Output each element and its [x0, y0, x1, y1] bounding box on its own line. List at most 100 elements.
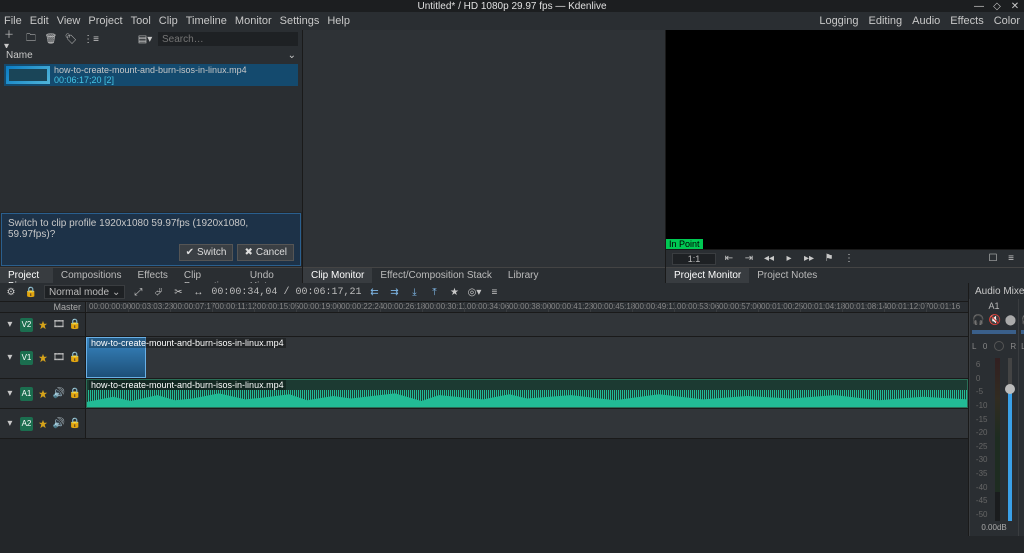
track-v2-tag[interactable]: V2	[20, 318, 34, 332]
more-icon[interactable]: ⋮	[842, 252, 856, 266]
track-v2-body[interactable]	[86, 313, 968, 336]
play-icon[interactable]: ▸	[782, 252, 796, 266]
volume-fader[interactable]	[1008, 358, 1012, 521]
track-v1-tag[interactable]: V1	[20, 351, 34, 365]
menu-project[interactable]: Project	[88, 15, 122, 27]
tab-compositions[interactable]: Compositions	[53, 268, 130, 283]
lock-icon[interactable]: 🔒	[69, 418, 81, 430]
add-clip-icon[interactable]: ＋▾	[4, 32, 18, 46]
tag-icon[interactable]: 🏷	[64, 32, 78, 46]
menu-timeline[interactable]: Timeline	[186, 15, 227, 27]
monitor-scale[interactable]: 1:1	[672, 253, 716, 265]
star-icon[interactable]	[37, 418, 49, 430]
filter-icon[interactable]: ⋮≡	[84, 32, 98, 46]
minimize-button[interactable]: —	[974, 1, 984, 11]
tab-project-monitor[interactable]: Project Monitor	[666, 268, 749, 283]
profile-switch-banner: Switch to clip profile 1920x1080 59.97fp…	[1, 213, 301, 266]
tab-project-bin[interactable]: Project Bin	[0, 268, 53, 283]
clip-thumbnail	[6, 66, 50, 84]
marker-icon[interactable]: ⚑	[822, 252, 836, 266]
layout-effects[interactable]: Effects	[950, 15, 983, 27]
mute-icon[interactable]: 🔇	[988, 315, 1000, 326]
expand-icon[interactable]: ▾	[4, 352, 16, 364]
pan-knob[interactable]	[994, 341, 1004, 351]
cut-tool-icon[interactable]: ✂	[171, 285, 185, 299]
cancel-button[interactable]: ✖ Cancel	[237, 244, 294, 261]
delete-icon[interactable]: 🗑	[44, 32, 58, 46]
lock-icon[interactable]: 🔒	[69, 388, 81, 400]
preview-render-icon[interactable]: ◎▾	[467, 285, 481, 299]
menu-help[interactable]: Help	[327, 15, 350, 27]
menu-settings[interactable]: Settings	[280, 15, 320, 27]
balance-slider[interactable]	[972, 330, 1016, 334]
record-icon[interactable]: ⬤	[1005, 315, 1016, 326]
expand-icon[interactable]: ▾	[4, 418, 16, 430]
overwrite-insert-icon[interactable]: ⤓	[407, 285, 421, 299]
favorite-icon[interactable]: ★	[447, 285, 461, 299]
star-icon[interactable]	[37, 388, 49, 400]
spacer-tool-icon[interactable]: ↔	[191, 285, 205, 299]
lift-icon[interactable]: ⤒	[427, 285, 441, 299]
bin-clip-row[interactable]: how-to-create-mount-and-burn-isos-in-lin…	[4, 64, 298, 86]
layout-logging[interactable]: Logging	[819, 15, 858, 27]
menu-monitor[interactable]: Monitor	[235, 15, 272, 27]
monitor-options-icon[interactable]: ≡	[1004, 252, 1018, 266]
ruler-tick: 00:00:30:11	[422, 302, 464, 312]
menu-clip[interactable]: Clip	[159, 15, 178, 27]
expand-icon[interactable]: ▾	[4, 319, 16, 331]
mute-icon[interactable]: 🎞	[53, 319, 65, 331]
menu-view[interactable]: View	[57, 15, 81, 27]
layout-audio[interactable]: Audio	[912, 15, 940, 27]
timeline-clip-audio[interactable]: how-to-create-mount-and-burn-isos-in-lin…	[86, 379, 968, 408]
menu-tool[interactable]: Tool	[131, 15, 151, 27]
project-monitor[interactable]: In Point	[666, 30, 1024, 249]
mute-icon[interactable]: 🔊	[53, 388, 65, 400]
settings-icon[interactable]: ⚙	[4, 285, 18, 299]
zone-out-icon[interactable]: ⇉	[387, 285, 401, 299]
edit-mode-icon[interactable]: ☐	[986, 252, 1000, 266]
track-v1-body[interactable]: how-to-create-mount-and-burn-isos-in-lin…	[86, 337, 968, 378]
lock-icon[interactable]: 🔒	[69, 352, 81, 364]
lock-icon[interactable]: 🔒	[69, 319, 81, 331]
diag-tool-icon[interactable]: ⤢	[131, 285, 145, 299]
expand-icon[interactable]: ▾	[4, 388, 16, 400]
timeline-ruler[interactable]: 00:00:00:0000:03:03:2300:00:07:1700:00:1…	[86, 302, 968, 312]
track-menu-icon[interactable]: ≡	[487, 285, 501, 299]
edit-mode-select[interactable]: Normal mode ⌄	[44, 285, 125, 299]
zone-start-icon[interactable]: ⇤	[722, 252, 736, 266]
view-cards-icon[interactable]: ▤▾	[138, 32, 152, 46]
star-icon[interactable]	[37, 319, 49, 331]
tab-library[interactable]: Library	[500, 268, 547, 283]
zone-in-icon[interactable]: ⇇	[367, 285, 381, 299]
tab-effects[interactable]: Effects	[129, 268, 175, 283]
track-a2-body[interactable]	[86, 409, 968, 438]
select-tool-icon[interactable]: ⮰	[151, 285, 165, 299]
zone-end-icon[interactable]: ⇥	[742, 252, 756, 266]
close-button[interactable]: ✕	[1010, 1, 1020, 11]
master-track-head[interactable]: Master	[0, 302, 86, 312]
track-a1-body[interactable]: how-to-create-mount-and-burn-isos-in-lin…	[86, 379, 968, 408]
folder-icon[interactable]: 🗀	[24, 32, 38, 46]
tab-project-notes[interactable]: Project Notes	[749, 268, 825, 283]
mute-icon[interactable]: 🎞	[53, 352, 65, 364]
layout-editing[interactable]: Editing	[868, 15, 902, 27]
bin-search-input[interactable]	[158, 32, 298, 46]
chevron-down-icon[interactable]: ⌄	[288, 50, 296, 61]
tab-clip-properties[interactable]: Clip Properties	[176, 268, 242, 283]
switch-button[interactable]: ✔ Switch	[179, 244, 234, 261]
mute-icon[interactable]: 🔊	[53, 418, 65, 430]
timeline-clip-video[interactable]: how-to-create-mount-and-burn-isos-in-lin…	[86, 337, 146, 378]
tab-effect-stack[interactable]: Effect/Composition Stack	[372, 268, 500, 283]
headphone-icon[interactable]: 🎧	[972, 315, 984, 326]
fast-forward-icon[interactable]: ▸▸	[802, 252, 816, 266]
track-a1-tag[interactable]: A1	[20, 387, 34, 401]
menu-edit[interactable]: Edit	[30, 15, 49, 27]
layout-color[interactable]: Color	[994, 15, 1020, 27]
lock-all-icon[interactable]: 🔒	[24, 285, 38, 299]
rewind-icon[interactable]: ◂◂	[762, 252, 776, 266]
tab-clip-monitor[interactable]: Clip Monitor	[303, 268, 372, 283]
track-a2-tag[interactable]: A2	[20, 417, 34, 431]
maximize-button[interactable]: ◇	[992, 1, 1002, 11]
star-icon[interactable]	[37, 352, 49, 364]
tab-undo-history[interactable]: Undo History	[242, 268, 302, 283]
